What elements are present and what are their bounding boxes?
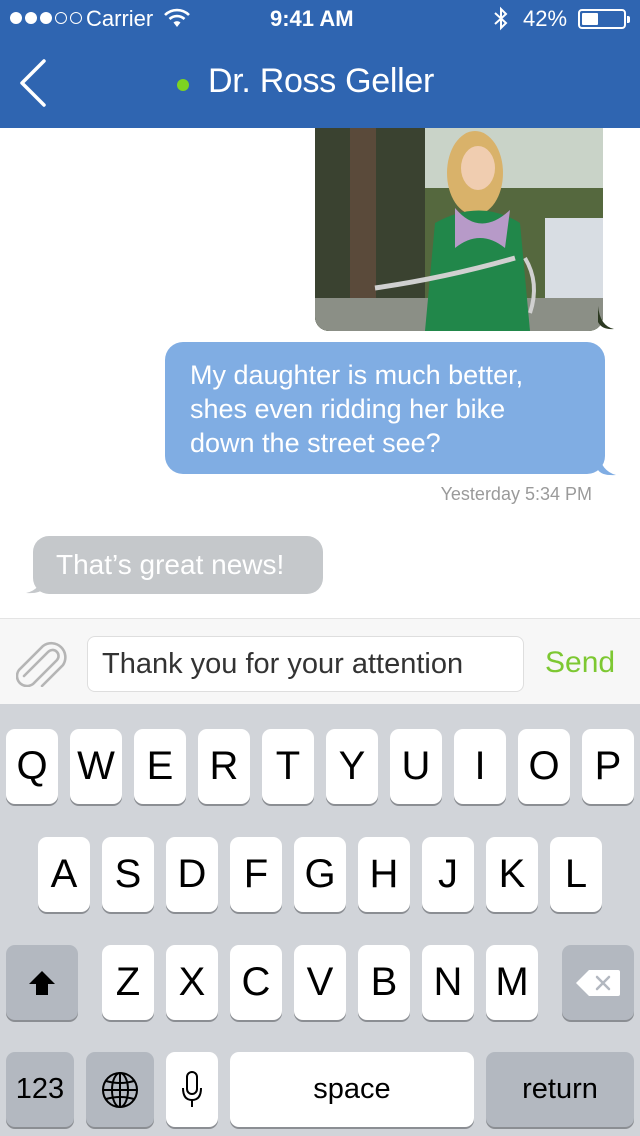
shift-key[interactable] xyxy=(6,945,78,1020)
key-q[interactable]: Q xyxy=(6,729,58,804)
message-line: down the street see? xyxy=(190,428,441,458)
online-status-icon xyxy=(177,79,189,91)
key-e[interactable]: E xyxy=(134,729,186,804)
battery-nub xyxy=(627,16,630,23)
outgoing-message[interactable]: My daughter is much better, shes even ri… xyxy=(165,342,605,474)
key-m[interactable]: M xyxy=(486,945,538,1020)
photo-message[interactable] xyxy=(315,128,603,331)
signal-dot xyxy=(70,12,82,24)
key-w[interactable]: W xyxy=(70,729,122,804)
key-t[interactable]: T xyxy=(262,729,314,804)
backspace-icon xyxy=(576,969,620,996)
keyboard: Q W E R T Y U I O P A S D F G H J K L Z … xyxy=(0,704,640,1136)
key-z[interactable]: Z xyxy=(102,945,154,1020)
clock: 9:41 AM xyxy=(270,6,354,31)
key-y[interactable]: Y xyxy=(326,729,378,804)
key-d[interactable]: D xyxy=(166,837,218,912)
key-o[interactable]: O xyxy=(518,729,570,804)
return-key[interactable]: return xyxy=(486,1052,634,1127)
battery-fill xyxy=(582,13,598,25)
incoming-message[interactable]: That’s great news! xyxy=(33,536,323,594)
message-timestamp: Yesterday 5:34 PM xyxy=(440,484,592,504)
key-h[interactable]: H xyxy=(358,837,410,912)
signal-strength-icon xyxy=(10,12,82,24)
key-u[interactable]: U xyxy=(390,729,442,804)
backspace-key[interactable] xyxy=(562,945,634,1020)
key-x[interactable]: X xyxy=(166,945,218,1020)
paperclip-icon xyxy=(15,641,67,688)
wifi-icon xyxy=(164,8,190,34)
attach-button[interactable] xyxy=(15,639,68,688)
bike-photo xyxy=(315,128,603,331)
key-c[interactable]: C xyxy=(230,945,282,1020)
space-key[interactable]: space xyxy=(230,1052,474,1127)
key-s[interactable]: S xyxy=(102,837,154,912)
battery-percent: 42% xyxy=(523,6,568,31)
bubble-tail xyxy=(26,572,44,594)
key-j[interactable]: J xyxy=(422,837,474,912)
message-input[interactable] xyxy=(87,636,524,692)
contact-name[interactable]: Dr. Ross Geller xyxy=(208,62,434,101)
signal-dot xyxy=(40,12,52,24)
key-r[interactable]: R xyxy=(198,729,250,804)
key-k[interactable]: K xyxy=(486,837,538,912)
signal-dot xyxy=(25,12,37,24)
microphone-icon xyxy=(182,1070,202,1107)
battery-icon xyxy=(578,9,630,29)
key-l[interactable]: L xyxy=(550,837,602,912)
key-n[interactable]: N xyxy=(422,945,474,1020)
key-p[interactable]: P xyxy=(582,729,634,804)
nav-header: Carrier 9:41 AM 42% Dr. Ross Geller xyxy=(0,0,640,128)
message-line: My daughter is much better, xyxy=(190,360,524,390)
numbers-key[interactable]: 123 xyxy=(6,1052,74,1127)
globe-icon xyxy=(102,1071,138,1108)
status-bar: Carrier 9:41 AM 42% xyxy=(0,0,640,40)
globe-key[interactable] xyxy=(86,1052,154,1127)
bubble-tail xyxy=(598,306,614,330)
signal-dot xyxy=(55,12,67,24)
send-button[interactable]: Send xyxy=(545,646,615,680)
signal-dot xyxy=(10,12,22,24)
key-v[interactable]: V xyxy=(294,945,346,1020)
key-b[interactable]: B xyxy=(358,945,410,1020)
bubble-tail xyxy=(598,452,616,476)
key-f[interactable]: F xyxy=(230,837,282,912)
message-line: shes even ridding her bike xyxy=(190,394,506,424)
carrier-label: Carrier xyxy=(86,6,154,31)
bluetooth-icon xyxy=(492,6,510,38)
dictation-key[interactable] xyxy=(166,1052,218,1127)
key-a[interactable]: A xyxy=(38,837,90,912)
compose-bar: Send xyxy=(0,618,640,704)
back-button[interactable] xyxy=(14,56,54,112)
shift-arrow-icon xyxy=(29,970,55,995)
key-g[interactable]: G xyxy=(294,837,346,912)
chevron-left-icon xyxy=(20,59,46,107)
key-i[interactable]: I xyxy=(454,729,506,804)
